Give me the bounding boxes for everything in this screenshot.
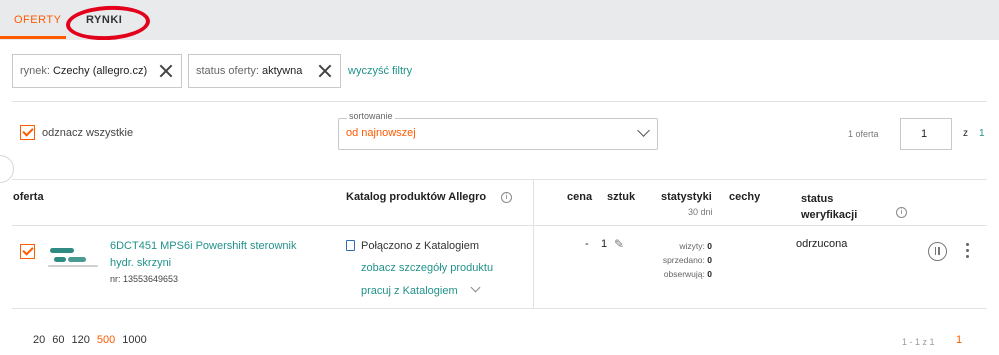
filter-chip-status: status oferty: aktywna [188, 54, 341, 88]
product-details-link[interactable]: zobacz szczegóły produktu [361, 262, 493, 274]
pencil-icon[interactable]: ✎ [614, 237, 624, 251]
page-total[interactable]: 1 [979, 128, 985, 139]
clear-filters-link[interactable]: wyczyść filtry [348, 65, 412, 77]
stats-list: wizyty: 0 sprzedano: 0 obserwują: 0 [630, 239, 712, 281]
divider [12, 179, 987, 180]
stat-value: 0 [707, 255, 712, 265]
column-header-verification: status weryfikacji [801, 193, 858, 221]
select-all-checkbox[interactable] [20, 125, 35, 140]
catalog-work-link[interactable]: pracuj z Katalogiem [361, 285, 458, 297]
offer-number: nr: 13553649653 [110, 274, 179, 284]
column-header-catalog[interactable]: Katalog produktów Allegro [346, 191, 486, 203]
price-value: - [585, 238, 589, 250]
product-thumbnail[interactable] [44, 240, 102, 274]
stat-value: 0 [707, 241, 712, 251]
pause-icon[interactable] [928, 242, 947, 261]
filter-label: status oferty: [196, 65, 259, 77]
close-icon[interactable] [316, 61, 334, 81]
page-size-option[interactable]: 60 [52, 334, 64, 346]
column-header-offer: oferta [13, 191, 44, 203]
column-header-stats[interactable]: statystyki [661, 191, 712, 203]
row-checkbox[interactable] [20, 244, 35, 259]
page-size-option-active[interactable]: 500 [97, 334, 115, 346]
column-header-features: cechy [729, 191, 761, 203]
more-options-icon[interactable] [966, 243, 969, 261]
sort-value: od najnowszej [346, 127, 416, 139]
stat-sold: sprzedano: 0 [630, 253, 712, 267]
filter-value: Czechy (allegro.cz) [52, 65, 148, 77]
info-icon[interactable]: i [501, 192, 512, 203]
filter-chip-market: rynek: Czechy (allegro.cz) [12, 54, 182, 88]
divider [12, 101, 987, 102]
stat-watchers: obserwują: 0 [630, 267, 712, 281]
current-page[interactable]: 1 [956, 334, 962, 346]
quantity-value: 1 [601, 238, 608, 250]
filter-value: aktywna [261, 65, 303, 77]
active-tab-indicator [0, 36, 66, 39]
stat-value: 0 [707, 269, 712, 279]
page-size-option[interactable]: 1000 [122, 334, 146, 346]
tab-oferty[interactable]: OFERTY [14, 14, 61, 26]
filter-label: rynek: [20, 65, 50, 77]
page-range: 1 - 1 z 1 [902, 337, 935, 347]
column-header-quantity[interactable]: sztuk [607, 191, 635, 203]
sort-legend: sortowanie [347, 111, 395, 121]
catalog-book-icon [346, 240, 355, 251]
offer-title-link[interactable]: 6DCT451 MPS6i Powershift sterownik hydr.… [110, 238, 310, 272]
select-all-label: odznacz wszystkie [42, 127, 134, 139]
page-size-option[interactable]: 120 [72, 334, 90, 346]
stat-visits: wizyty: 0 [630, 239, 712, 253]
verification-status: odrzucona [796, 238, 848, 250]
page-size-option[interactable]: 20 [33, 334, 45, 346]
page-of-label: z [963, 128, 968, 139]
page-number-input[interactable]: 1 [900, 118, 952, 150]
stat-label: wizyty: [679, 241, 705, 251]
divider [12, 308, 987, 309]
catalog-status: Połączono z Katalogiem [361, 240, 480, 252]
stat-label: sprzedano: [662, 255, 705, 265]
stat-label: obserwują: [663, 269, 705, 279]
column-header-price[interactable]: cena [567, 191, 592, 203]
page-size-selector: 20 60 120 500 1000 [33, 334, 147, 346]
close-icon[interactable] [157, 61, 175, 81]
info-icon[interactable]: i [896, 207, 907, 218]
stats-period: 30 dni [688, 207, 713, 217]
offer-count: 1 oferta [848, 129, 879, 139]
